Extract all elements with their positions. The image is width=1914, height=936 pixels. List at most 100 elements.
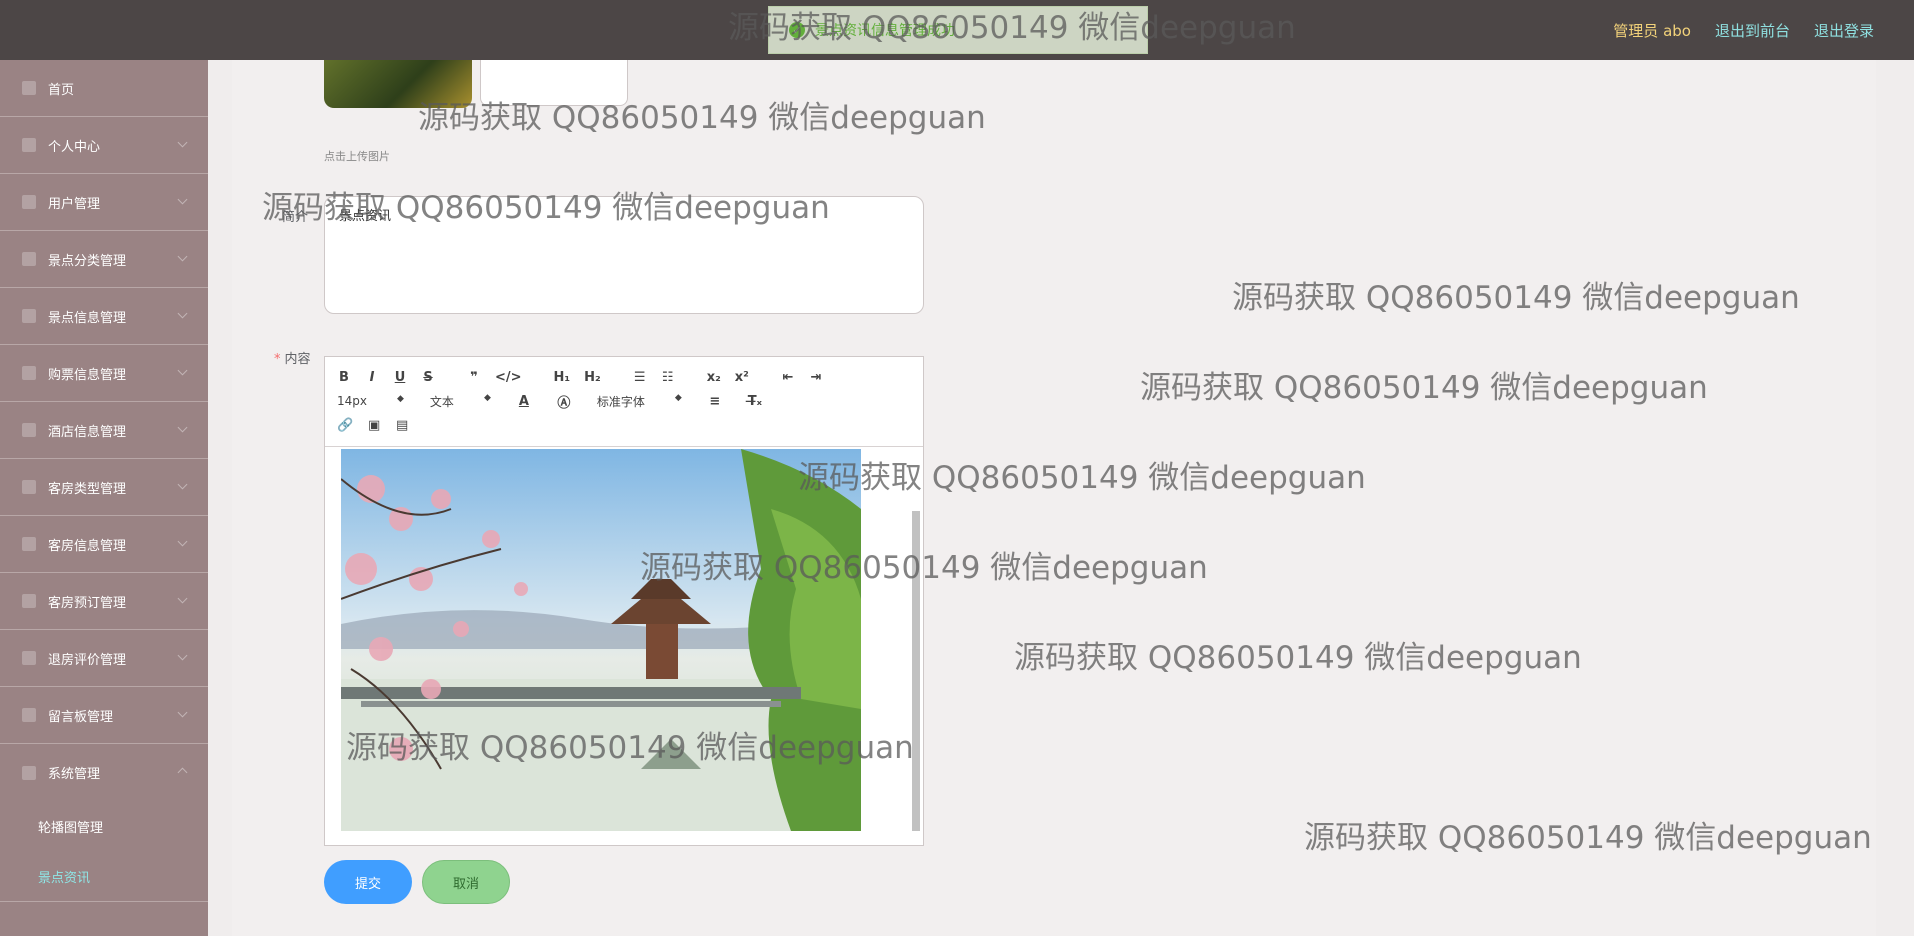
sidebar-subitem-carousel[interactable]: 轮播图管理 xyxy=(0,801,208,851)
header-actions: 管理员 abo 退出到前台 退出登录 xyxy=(1613,20,1874,41)
users-icon xyxy=(22,195,36,209)
sidebar-item-label: 景点信息管理 xyxy=(48,310,127,326)
sidebar-item-scenic-info[interactable]: 景点信息管理 xyxy=(0,288,208,345)
sidebar-item-label: 个人中心 xyxy=(48,139,101,155)
font-color-icon[interactable]: A xyxy=(517,394,531,409)
chevron-down-icon xyxy=(177,536,188,547)
summary-value: 景点资讯 xyxy=(339,209,392,224)
ordered-list-icon[interactable]: ☰ xyxy=(633,370,647,385)
sidebar-item-users[interactable]: 用户管理 xyxy=(0,174,208,231)
chevron-down-icon xyxy=(177,650,188,661)
room-icon xyxy=(22,537,36,551)
heading-1-button[interactable]: H₁ xyxy=(554,370,571,385)
summary-textarea[interactable]: 景点资讯 xyxy=(324,196,924,314)
submit-button[interactable]: 提交 xyxy=(324,860,412,904)
ticket-icon xyxy=(22,366,36,380)
chevron-down-icon xyxy=(177,308,188,319)
chevron-down-icon xyxy=(177,365,188,376)
chevron-down-icon xyxy=(177,593,188,604)
image-icon[interactable]: ▣ xyxy=(367,418,381,433)
sidebar-subitem-label: 轮播图管理 xyxy=(38,820,104,836)
sidebar-item-label: 酒店信息管理 xyxy=(48,424,127,440)
sidebar-item-label: 景点分类管理 xyxy=(48,253,127,269)
sidebar-item-system[interactable]: 系统管理 xyxy=(0,744,208,801)
bold-button[interactable]: B xyxy=(337,370,351,385)
link-icon[interactable]: 🔗 xyxy=(337,418,353,433)
align-icon[interactable]: ≡ xyxy=(708,394,722,409)
subscript-button[interactable]: x₂ xyxy=(707,370,721,385)
italic-button[interactable]: I xyxy=(365,370,379,385)
sidebar-item-room-info[interactable]: 客房信息管理 xyxy=(0,516,208,573)
scrollbar-thumb[interactable] xyxy=(912,511,920,831)
chevron-down-icon xyxy=(177,707,188,718)
booking-icon xyxy=(22,594,36,608)
font-family-select[interactable]: 标准字体 ◆ xyxy=(597,393,682,410)
chevron-down-icon xyxy=(177,422,188,433)
sidebar-item-message-board[interactable]: 留言板管理 xyxy=(0,687,208,744)
strike-button[interactable]: S xyxy=(421,370,435,385)
editor-scrollbar[interactable] xyxy=(911,451,921,841)
check-icon: ✓ xyxy=(789,22,805,38)
blockquote-icon[interactable]: ❞ xyxy=(467,370,481,385)
hotel-icon xyxy=(22,423,36,437)
sidebar-item-checkout-review[interactable]: 退房评价管理 xyxy=(0,630,208,687)
editor-content[interactable] xyxy=(325,447,923,845)
system-icon xyxy=(22,765,36,780)
sidebar-item-label: 客房信息管理 xyxy=(48,538,127,554)
upload-hint: 点击上传图片 xyxy=(324,150,390,163)
sidebar-item-label: 留言板管理 xyxy=(48,709,114,725)
rich-text-editor: B I U S ❞ </> H₁ H₂ ☰ ☷ x₂ x² ⇤ ⇥ 14px ◆ … xyxy=(324,356,924,846)
sidebar-item-label: 首页 xyxy=(48,82,75,98)
content-label: * 内容 xyxy=(274,352,311,367)
user-icon xyxy=(22,138,36,152)
sidebar-divider xyxy=(0,901,208,902)
sidebar-item-label: 退房评价管理 xyxy=(48,652,127,668)
message-icon xyxy=(22,708,36,722)
sidebar-item-label: 购票信息管理 xyxy=(48,367,127,383)
scenic-image xyxy=(341,449,861,831)
sidebar-item-scenic-category[interactable]: 景点分类管理 xyxy=(0,231,208,288)
category-icon xyxy=(22,252,36,266)
summary-label: 简介 xyxy=(282,210,309,225)
sidebar-item-label: 客房类型管理 xyxy=(48,481,127,497)
underline-button[interactable]: U xyxy=(393,370,407,385)
sidebar-item-label: 用户管理 xyxy=(48,196,101,212)
code-block-icon[interactable]: </> xyxy=(495,370,522,385)
review-icon xyxy=(22,651,36,665)
back-to-frontend-link[interactable]: 退出到前台 xyxy=(1715,20,1790,41)
indent-icon[interactable]: ⇥ xyxy=(809,370,823,385)
chevron-down-icon xyxy=(177,137,188,148)
chevron-down-icon xyxy=(177,479,188,490)
sidebar-item-hotel[interactable]: 酒店信息管理 xyxy=(0,402,208,459)
sidebar-item-profile[interactable]: 个人中心 xyxy=(0,117,208,174)
sidebar-item-label: 系统管理 xyxy=(48,767,101,782)
room-type-icon xyxy=(22,480,36,494)
clear-format-icon[interactable]: T̶ₓ xyxy=(748,394,762,409)
home-icon xyxy=(22,81,36,95)
sidebar-item-home[interactable]: 首页 xyxy=(0,60,208,117)
chevron-up-icon xyxy=(177,767,188,778)
logout-link[interactable]: 退出登录 xyxy=(1814,20,1874,41)
sidebar-subitem-scenic-news[interactable]: 景点资讯 xyxy=(0,851,208,901)
info-icon xyxy=(22,309,36,323)
heading-2-button[interactable]: H₂ xyxy=(584,370,601,385)
sidebar-subitem-label: 景点资讯 xyxy=(38,870,91,886)
superscript-button[interactable]: x² xyxy=(735,370,749,385)
chevron-down-icon xyxy=(177,194,188,205)
chevron-down-icon xyxy=(177,251,188,262)
outdent-icon[interactable]: ⇤ xyxy=(781,370,795,385)
cancel-button[interactable]: 取消 xyxy=(422,860,510,904)
sidebar-item-label: 客房预订管理 xyxy=(48,595,127,611)
toast-text: 景点资讯信息管理成功 xyxy=(815,23,955,39)
paragraph-select[interactable]: 文本 ◆ xyxy=(430,393,491,410)
background-color-icon[interactable]: Ⓐ xyxy=(557,392,571,411)
admin-label: 管理员 abo xyxy=(1613,22,1691,40)
video-icon[interactable]: ▤ xyxy=(395,418,409,433)
sidebar-item-ticket[interactable]: 购票信息管理 xyxy=(0,345,208,402)
bullet-list-icon[interactable]: ☷ xyxy=(661,370,675,385)
sidebar-item-room-type[interactable]: 客房类型管理 xyxy=(0,459,208,516)
editor-toolbar: B I U S ❞ </> H₁ H₂ ☰ ☷ x₂ x² ⇤ ⇥ 14px ◆ … xyxy=(325,357,923,447)
success-toast: ✓ 景点资讯信息管理成功 xyxy=(768,6,1148,54)
font-size-select[interactable]: 14px ◆ xyxy=(337,394,404,408)
sidebar-item-room-booking[interactable]: 客房预订管理 xyxy=(0,573,208,630)
